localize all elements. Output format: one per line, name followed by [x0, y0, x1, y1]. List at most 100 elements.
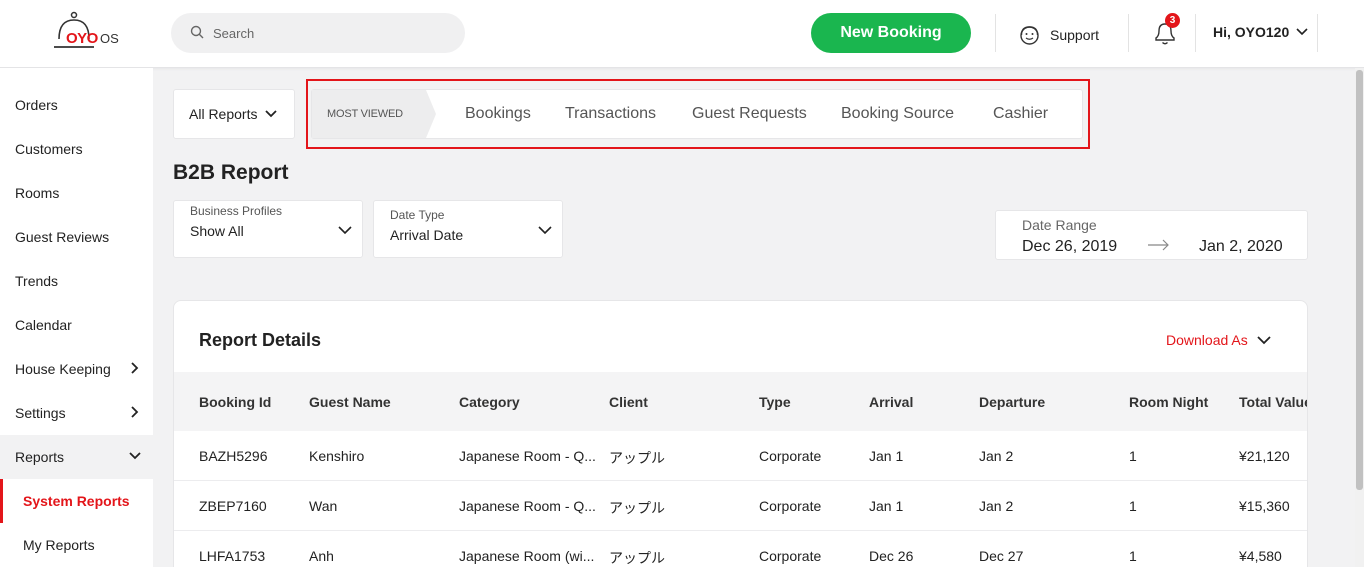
report-details-card: Report Details Download As Booking Id Gu… — [173, 300, 1308, 567]
chevron-down-icon — [538, 226, 552, 235]
download-label: Download As — [1166, 332, 1248, 348]
table-cell: LHFA1753 — [199, 548, 266, 564]
table-cell: Japanese Room (wi... — [459, 548, 595, 564]
table-cell: Corporate — [759, 548, 822, 564]
chevron-down-icon — [265, 110, 278, 118]
sidebar-item-orders[interactable]: Orders — [0, 83, 153, 127]
tab-bookings[interactable]: Bookings — [465, 105, 531, 123]
table-cell: 1 — [1129, 448, 1137, 464]
sidebar-item-house-keeping[interactable]: House Keeping — [0, 347, 153, 391]
sidebar-item-label: Guest Reviews — [15, 229, 110, 245]
table-cell: アップル — [609, 550, 665, 566]
sidebar-item-label: Trends — [15, 273, 59, 289]
sidebar-item-label: Customers — [15, 141, 83, 157]
column-header[interactable]: Departure — [979, 394, 1045, 410]
support-agent-icon — [1020, 25, 1039, 45]
column-header[interactable]: Type — [759, 394, 791, 410]
business-profiles-select[interactable]: Business Profiles Show All — [173, 200, 363, 258]
sidebar-item-label: Reports — [15, 449, 65, 465]
column-header[interactable]: Booking Id — [199, 394, 271, 410]
table-row[interactable]: ZBEP7160 Wan Japanese Room - Q... アップル C… — [174, 481, 1307, 531]
date-range-from[interactable]: Dec 26, 2019 — [1022, 238, 1117, 256]
most-viewed-label: MOST VIEWED — [312, 90, 426, 138]
user-greeting: Hi, OYO120 — [1213, 24, 1290, 40]
scrollbar-thumb[interactable] — [1356, 70, 1363, 490]
sidebar-item-reports[interactable]: Reports — [0, 435, 153, 479]
column-header[interactable]: Arrival — [869, 394, 913, 410]
sidebar-item-rooms[interactable]: Rooms — [0, 171, 153, 215]
chevron-right-icon — [131, 406, 139, 418]
page-title: B2B Report — [173, 161, 289, 184]
sidebar-item-guest-reviews[interactable]: Guest Reviews — [0, 215, 153, 259]
download-as-button[interactable]: Download As — [1166, 332, 1271, 348]
chevron-down-icon — [1296, 28, 1308, 36]
column-header[interactable]: Total Value — [1239, 394, 1307, 410]
sidebar-item-calendar[interactable]: Calendar — [0, 303, 153, 347]
table-header: Booking Id Guest Name Category Client Ty… — [174, 372, 1307, 431]
logo-suffix: OS — [100, 31, 119, 46]
column-header[interactable]: Category — [459, 394, 520, 410]
user-menu[interactable]: Hi, OYO120 — [1213, 24, 1308, 40]
new-booking-button[interactable]: New Booking — [811, 13, 971, 53]
sidebar-item-label: Orders — [15, 97, 58, 113]
table-cell: Corporate — [759, 448, 822, 464]
sidebar-item-label: Calendar — [15, 317, 72, 333]
divider — [1195, 14, 1196, 52]
search-bar[interactable] — [171, 13, 465, 53]
date-range-picker[interactable]: Date Range Dec 26, 2019 Jan 2, 2020 — [995, 210, 1308, 260]
table-row[interactable]: BAZH5296 Kenshiro Japanese Room - Q... ア… — [174, 431, 1307, 481]
top-bar: OYO OS New Booking Support 3 Hi, OYO120 — [0, 0, 1364, 68]
table-cell: Dec 27 — [979, 548, 1024, 564]
table-cell: Dec 26 — [869, 548, 914, 564]
support-label: Support — [1050, 27, 1100, 43]
search-icon — [190, 25, 204, 39]
sidebar-subitem-label: My Reports — [23, 537, 95, 553]
tab-transactions[interactable]: Transactions — [565, 105, 656, 123]
divider — [995, 14, 996, 52]
tab-booking-source[interactable]: Booking Source — [841, 105, 954, 123]
table-row[interactable]: LHFA1753 Anh Japanese Room (wi... アップル C… — [174, 531, 1307, 567]
table-cell: 1 — [1129, 548, 1137, 564]
table-cell: Japanese Room - Q... — [459, 498, 596, 514]
sidebar: Orders Customers Rooms Guest Reviews Tre… — [0, 68, 153, 567]
column-header[interactable]: Guest Name — [309, 394, 391, 410]
support-link[interactable]: Support — [1019, 24, 1099, 46]
table-cell: Anh — [309, 548, 334, 564]
column-header[interactable]: Room Night — [1129, 394, 1208, 410]
table-cell: Jan 2 — [979, 448, 1014, 464]
sidebar-subitem-my-reports[interactable]: My Reports — [0, 523, 153, 567]
all-reports-label: All Reports — [189, 106, 258, 122]
table-cell: Japanese Room - Q... — [459, 448, 596, 464]
sidebar-subitem-system-reports[interactable]: System Reports — [0, 479, 153, 523]
most-viewed-tabs: MOST VIEWED Bookings Transactions Guest … — [311, 89, 1083, 139]
date-type-select[interactable]: Date Type Arrival Date — [373, 200, 563, 258]
sidebar-subitem-label: System Reports — [23, 493, 130, 509]
search-input[interactable] — [213, 23, 443, 43]
notification-badge: 3 — [1165, 13, 1180, 28]
filter-value: Arrival Date — [390, 227, 464, 243]
sidebar-item-label: Settings — [15, 405, 66, 421]
sidebar-item-customers[interactable]: Customers — [0, 127, 153, 171]
all-reports-dropdown[interactable]: All Reports — [173, 89, 295, 139]
sidebar-item-trends[interactable]: Trends — [0, 259, 153, 303]
sidebar-item-settings[interactable]: Settings — [0, 391, 153, 435]
date-range-to[interactable]: Jan 2, 2020 — [1199, 238, 1283, 256]
filter-label: Date Type — [390, 208, 445, 222]
arrow-right-icon — [1148, 239, 1169, 251]
date-range-label: Date Range — [1022, 217, 1097, 233]
tab-guest-requests[interactable]: Guest Requests — [692, 105, 807, 123]
table-cell: Corporate — [759, 498, 822, 514]
table-cell: 1 — [1129, 498, 1137, 514]
logo-text: OYO — [66, 30, 98, 47]
oyo-logo[interactable]: OYO OS — [52, 11, 132, 55]
table-cell: アップル — [609, 500, 665, 516]
sidebar-item-label: Rooms — [15, 185, 60, 201]
arrow-shape — [426, 90, 436, 138]
table-cell: BAZH5296 — [199, 448, 268, 464]
column-header[interactable]: Client — [609, 394, 648, 410]
chevron-down-icon — [129, 452, 141, 460]
filter-label: Business Profiles — [190, 204, 283, 218]
table-cell: ¥15,360 — [1239, 498, 1290, 514]
tab-cashier[interactable]: Cashier — [993, 105, 1048, 123]
table-cell: Jan 1 — [869, 498, 904, 514]
